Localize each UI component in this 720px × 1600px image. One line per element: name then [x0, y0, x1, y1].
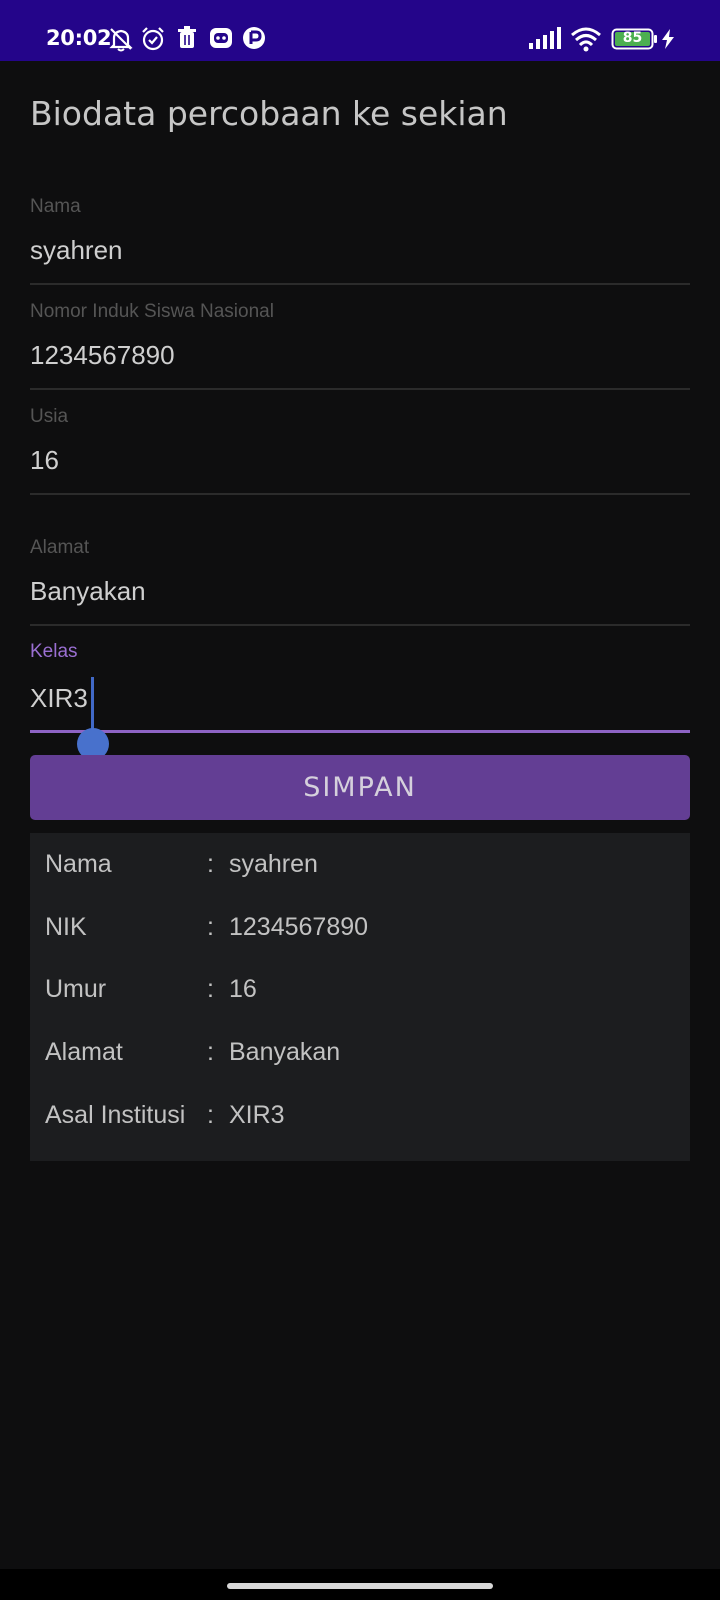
result-value: XIR3 [229, 1101, 285, 1129]
result-label: Asal Institusi [45, 1101, 186, 1129]
kelas-label: Kelas [30, 641, 78, 662]
battery-level: 85 [622, 30, 643, 46]
alamat-underline [30, 624, 690, 626]
nisn-underline [30, 388, 690, 390]
nama-field[interactable]: Nama syahren [30, 193, 690, 285]
home-gesture-bar[interactable] [227, 1583, 493, 1589]
trash-icon [178, 26, 196, 48]
result-label: Nama [45, 850, 112, 878]
usia-field[interactable]: Usia 16 [30, 403, 690, 495]
charging-icon [662, 29, 674, 49]
bell-off-icon [109, 28, 133, 52]
result-value: 16 [229, 975, 257, 1003]
status-bar: 20:02 85 [0, 0, 720, 61]
result-separator: : [207, 975, 214, 1003]
simpan-button[interactable]: SIMPAN [30, 755, 690, 820]
nama-label: Nama [30, 196, 81, 217]
result-value: syahren [229, 850, 318, 878]
usia-underline [30, 493, 690, 495]
media-app-icon [243, 27, 265, 49]
alamat-field[interactable]: Alamat Banyakan [30, 534, 690, 626]
result-separator: : [207, 850, 214, 878]
status-time: 20:02 [46, 26, 112, 50]
alarm-icon [142, 27, 164, 51]
nisn-field[interactable]: Nomor Induk Siswa Nasional 1234567890 [30, 298, 690, 390]
kelas-field[interactable]: Kelas XIR3 [30, 638, 690, 734]
battery-icon: 85 [611, 28, 657, 50]
nama-underline [30, 283, 690, 285]
result-separator: : [207, 1038, 214, 1066]
result-separator: : [207, 1101, 214, 1129]
wifi-icon [571, 27, 601, 52]
result-label: Umur [45, 975, 107, 1003]
kelas-underline [30, 730, 690, 733]
signal-icon [529, 27, 561, 49]
bot-app-icon [210, 28, 232, 48]
usia-label: Usia [30, 406, 69, 427]
alamat-input[interactable]: Banyakan [30, 576, 146, 607]
result-value: 1234567890 [229, 913, 369, 941]
result-value: Banyakan [229, 1038, 341, 1066]
nisn-input[interactable]: 1234567890 [30, 340, 175, 371]
result-label: NIK [45, 913, 87, 941]
kelas-input[interactable]: XIR3 [30, 683, 88, 714]
result-card: Nama : syahren NIK : 1234567890 Umur : 1… [30, 833, 690, 1161]
page-title: Biodata percobaan ke sekian [30, 94, 508, 133]
alamat-label: Alamat [30, 537, 90, 558]
nisn-label: Nomor Induk Siswa Nasional [30, 301, 274, 322]
usia-input[interactable]: 16 [30, 445, 59, 476]
result-label: Alamat [45, 1038, 123, 1066]
nama-input[interactable]: syahren [30, 235, 123, 266]
result-separator: : [207, 913, 214, 941]
